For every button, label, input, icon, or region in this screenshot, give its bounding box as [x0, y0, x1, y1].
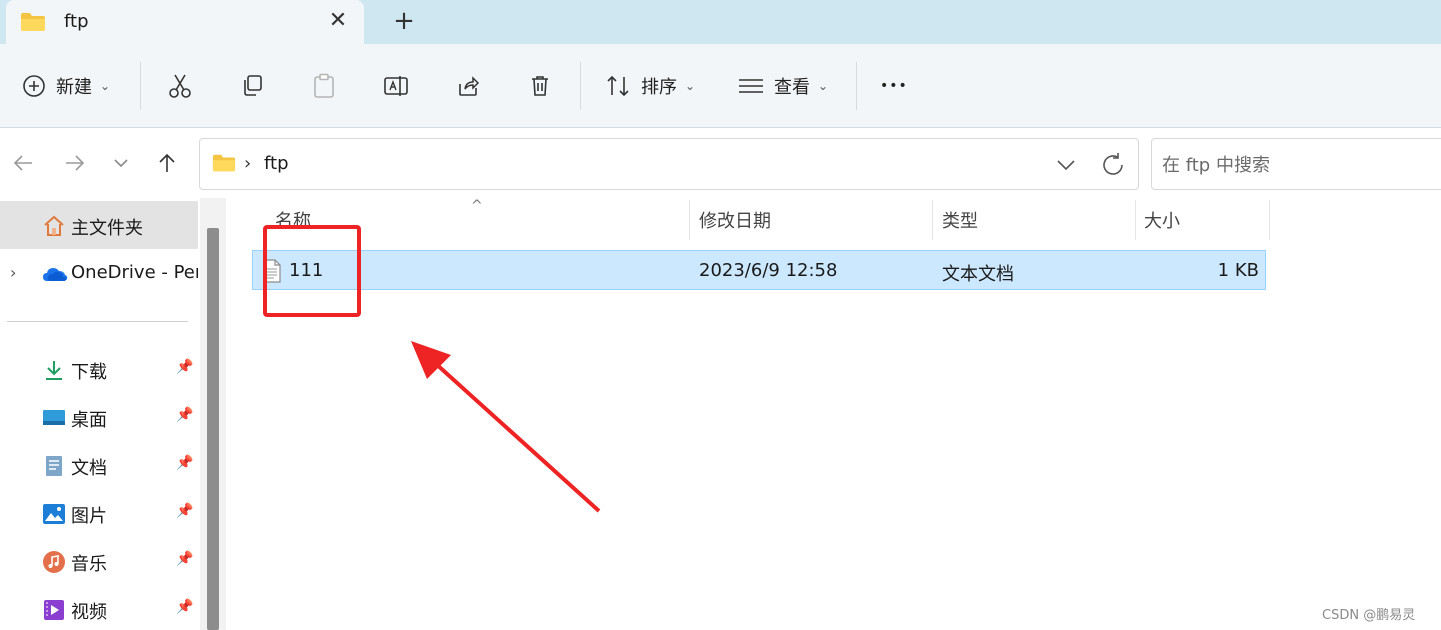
copy-button[interactable]	[240, 44, 264, 128]
sidebar-item-music[interactable]: 音乐 📌	[0, 537, 198, 585]
chevron-down-icon	[1057, 160, 1075, 171]
divider	[856, 62, 857, 110]
more-options-button[interactable]: •••	[880, 44, 908, 128]
delete-button[interactable]	[528, 44, 552, 128]
file-list: ^ 名称 修改日期 类型 大小 111 2023/6/9 12:58 文本文档 …	[229, 198, 1441, 630]
chevron-down-icon	[114, 159, 128, 168]
column-header-type[interactable]: 类型	[942, 198, 978, 242]
sidebar-item-label: OneDrive - Per	[71, 262, 198, 283]
pin-icon[interactable]: 📌	[176, 407, 193, 423]
refresh-icon	[1103, 153, 1123, 175]
sidebar-item-pictures[interactable]: 图片 📌	[0, 489, 198, 537]
search-box[interactable]	[1151, 138, 1441, 190]
sidebar-item-home[interactable]: 主文件夹	[0, 201, 198, 249]
text-file-icon	[263, 259, 281, 287]
watermark: CSDN @鹏易灵	[1322, 608, 1416, 623]
sidebar-item-videos[interactable]: 视频 📌	[0, 585, 198, 630]
forward-button[interactable]	[58, 146, 92, 180]
home-icon	[42, 214, 66, 238]
divider	[580, 62, 581, 110]
breadcrumb-ftp[interactable]: ftp	[264, 153, 289, 174]
column-divider[interactable]	[689, 200, 690, 240]
videos-icon	[42, 598, 66, 622]
pin-icon[interactable]: 📌	[176, 551, 193, 567]
file-type: 文本文档	[942, 264, 1014, 285]
chevron-right-icon[interactable]: ›	[10, 263, 16, 282]
sidebar-scroll-thumb[interactable]	[207, 228, 219, 630]
chevron-down-icon: ⌄	[685, 79, 696, 93]
sort-icon	[607, 75, 629, 97]
sidebar-divider	[7, 321, 188, 322]
column-divider[interactable]	[932, 200, 933, 240]
chevron-down-icon: ⌄	[100, 79, 111, 93]
file-modified: 2023/6/9 12:58	[699, 260, 838, 281]
sidebar-item-onedrive[interactable]: › OneDrive - Per	[0, 249, 198, 297]
new-button[interactable]: 新建 ⌄	[22, 44, 110, 128]
arrow-left-icon	[13, 155, 32, 171]
navigation-pane: 主文件夹 › OneDrive - Per 下载 📌 桌面 📌 文档 📌 图片 …	[0, 198, 226, 630]
folder-icon	[212, 153, 236, 177]
pin-icon[interactable]: 📌	[176, 503, 193, 519]
file-size: 1 KB	[1217, 260, 1259, 281]
pin-icon[interactable]: 📌	[176, 359, 193, 375]
more-icon: •••	[880, 78, 908, 94]
sort-ascending-icon: ^	[471, 198, 483, 214]
list-view-icon	[739, 79, 763, 93]
arrow-up-icon	[159, 153, 175, 172]
trash-icon	[532, 76, 548, 96]
column-header-name[interactable]: 名称	[275, 198, 311, 242]
close-tab-icon[interactable]: ✕	[322, 6, 354, 36]
arrow-right-icon	[66, 155, 85, 171]
tab-ftp[interactable]: ftp ✕	[6, 0, 364, 44]
new-button-label: 新建	[56, 77, 92, 98]
sidebar-item-downloads[interactable]: 下载 📌	[0, 345, 198, 393]
column-header-modified[interactable]: 修改日期	[699, 198, 771, 242]
rename-icon	[384, 76, 408, 96]
column-divider[interactable]	[1269, 200, 1270, 240]
chevron-down-icon: ⌄	[818, 79, 829, 93]
scissors-icon	[169, 74, 191, 98]
file-name: 111	[289, 260, 324, 281]
download-icon	[42, 358, 66, 382]
view-button[interactable]: 查看 ⌄	[738, 44, 828, 128]
pin-icon[interactable]: 📌	[176, 599, 193, 615]
clipboard-icon	[314, 73, 334, 98]
pin-icon[interactable]: 📌	[176, 455, 193, 471]
plus-circle-icon	[23, 75, 45, 97]
refresh-button[interactable]	[1098, 150, 1128, 180]
address-history-button[interactable]	[1052, 151, 1080, 179]
address-bar[interactable]: › ftp	[199, 138, 1139, 190]
new-tab-button[interactable]: +	[388, 6, 420, 36]
view-button-label: 查看	[774, 77, 810, 98]
command-bar: 新建 ⌄ 排序 ⌄ 查看 ⌄ •••	[0, 44, 1441, 128]
breadcrumb-separator[interactable]: ›	[244, 153, 251, 174]
column-header-size[interactable]: 大小	[1144, 198, 1180, 242]
paste-button[interactable]	[312, 44, 336, 128]
file-row[interactable]: 111 2023/6/9 12:58 文本文档 1 KB	[252, 250, 1266, 290]
desktop-icon	[42, 406, 66, 430]
share-icon	[459, 76, 480, 96]
copy-icon	[244, 75, 262, 96]
folder-icon	[20, 12, 46, 36]
back-button[interactable]	[6, 146, 40, 180]
divider	[140, 62, 141, 110]
rename-button[interactable]	[383, 44, 409, 128]
music-icon	[42, 550, 66, 574]
up-button[interactable]	[150, 146, 184, 180]
documents-icon	[42, 454, 66, 478]
sidebar-item-desktop[interactable]: 桌面 📌	[0, 393, 198, 441]
share-button[interactable]	[456, 44, 480, 128]
column-divider[interactable]	[1135, 200, 1136, 240]
pictures-icon	[42, 502, 66, 526]
sidebar-item-label: 主文件夹	[71, 218, 143, 239]
sidebar-item-documents[interactable]: 文档 📌	[0, 441, 198, 489]
cut-button[interactable]	[168, 44, 192, 128]
search-input[interactable]	[1162, 151, 1432, 179]
sort-button[interactable]: 排序 ⌄	[605, 44, 695, 128]
recent-locations-button[interactable]	[104, 146, 138, 180]
onedrive-icon	[42, 262, 68, 286]
title-tab-bar: ftp ✕ +	[0, 0, 1441, 44]
sort-button-label: 排序	[641, 77, 677, 98]
tab-title: ftp	[64, 11, 89, 32]
